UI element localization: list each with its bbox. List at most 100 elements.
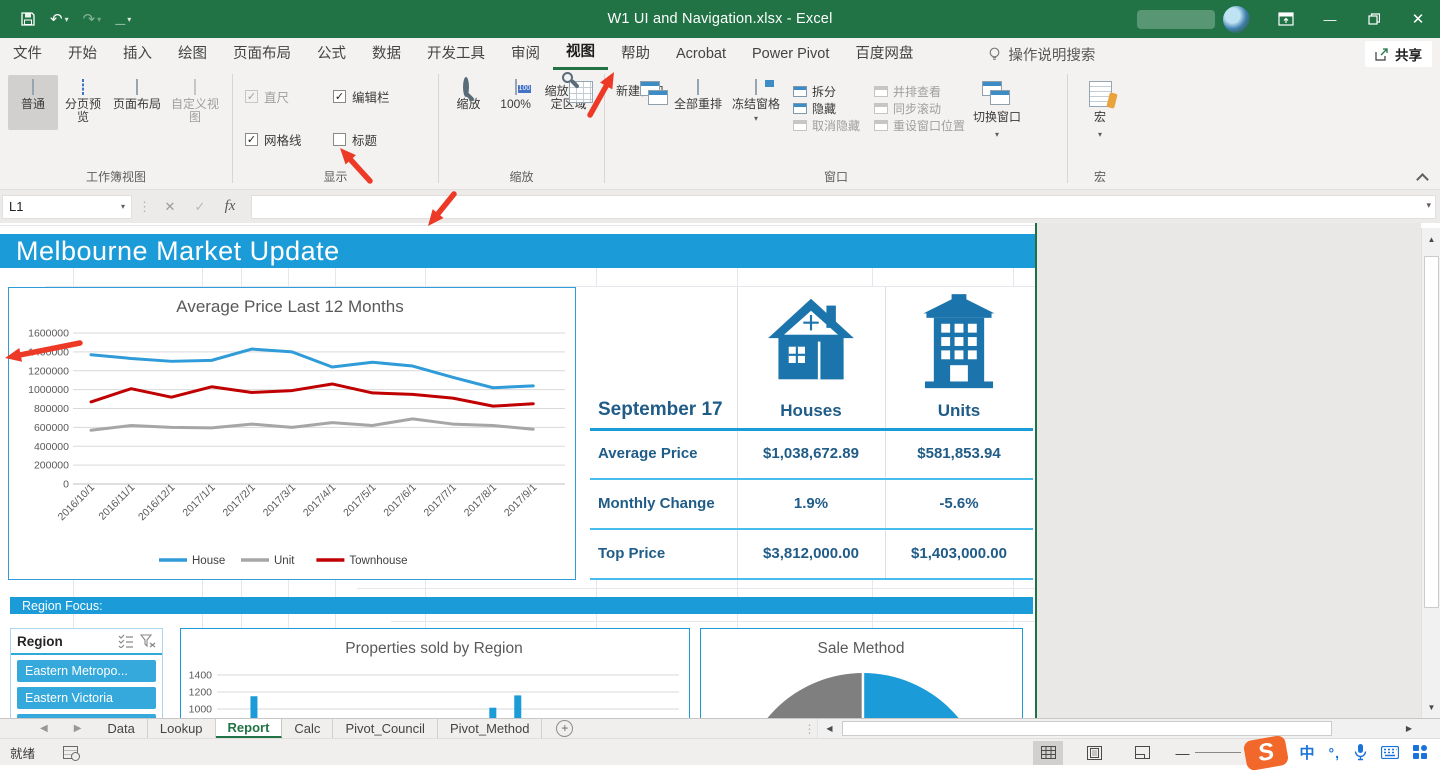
ime-menu-grid-icon[interactable] [1413, 745, 1428, 760]
sogou-ime-logo[interactable]: S [1243, 734, 1290, 771]
formula-input[interactable]: ▾ [251, 194, 1436, 219]
normal-view-button[interactable] [1033, 740, 1064, 765]
checkbox-标题[interactable]: 标题 [333, 130, 429, 149]
sheet-tab-Lookup[interactable]: Lookup [148, 719, 216, 738]
zoom-slider[interactable] [1195, 751, 1242, 754]
window-button-新建窗口[interactable]: 新建窗口 [611, 75, 669, 148]
page-layout-view-button[interactable] [1079, 741, 1109, 765]
sheet-tab-Calc[interactable]: Calc [282, 719, 334, 738]
vertical-scrollbar[interactable]: ▲ ▼ [1421, 228, 1440, 718]
microphone-icon[interactable] [1354, 744, 1367, 761]
houses-value[interactable]: $1,038,672.89 [737, 445, 885, 462]
expand-formula-bar-icon[interactable]: ▾ [1426, 200, 1431, 211]
ribbon-tab-插入[interactable]: 插入 [110, 38, 165, 70]
checkbox-icon[interactable]: ✓ [245, 90, 258, 103]
view-button-页面布局[interactable]: 页面布局 [108, 75, 166, 130]
name-box[interactable]: L1 ▾ [2, 194, 132, 219]
units-value[interactable]: $581,853.94 [885, 445, 1033, 462]
ribbon-tab-页面布局[interactable]: 页面布局 [220, 38, 304, 70]
clear-filter-icon[interactable] [140, 634, 156, 648]
window-small-button-隐藏[interactable]: 隐藏 [793, 100, 860, 117]
slicer-item-2[interactable]: Eastern Victoria [17, 687, 156, 709]
formula-bar-resize-handle[interactable]: ⋮ [138, 199, 151, 215]
ime-language-toggle[interactable]: 中 [1299, 742, 1314, 763]
horizontal-scrollbar[interactable]: ◀ ▶ [817, 719, 1440, 738]
ribbon-tab-视图[interactable]: 视图 [553, 38, 608, 70]
slicer-item-1[interactable]: Eastern Metropo... [17, 660, 156, 682]
scroll-left-icon[interactable]: ◀ [820, 720, 838, 737]
sheet-tab-Pivot_Council[interactable]: Pivot_Council [333, 719, 438, 738]
sheet-tab-Data[interactable]: Data [95, 719, 148, 738]
macros-button[interactable]: 宏 ▾ [1075, 75, 1125, 147]
houses-header[interactable]: Houses [737, 401, 885, 421]
period-label[interactable]: September 17 [598, 399, 723, 421]
scroll-right-icon[interactable]: ▶ [1400, 720, 1418, 737]
view-button-普通[interactable]: 普通 [8, 75, 58, 130]
switch-windows-button[interactable]: 切换窗口 ▾ [969, 75, 1025, 148]
ribbon-tab-Acrobat[interactable]: Acrobat [663, 38, 739, 70]
keyboard-icon[interactable] [1381, 746, 1399, 759]
units-value[interactable]: -5.6% [885, 495, 1033, 512]
ribbon-display-options-icon[interactable] [1264, 0, 1308, 38]
restore-button[interactable] [1352, 0, 1396, 38]
average-price-chart[interactable]: Average Price Last 12 Months 0 200000 40000… [8, 287, 576, 580]
ribbon-tab-审阅[interactable]: 审阅 [498, 38, 553, 70]
row-label[interactable]: Monthly Change [598, 495, 733, 512]
new-sheet-button[interactable]: + [556, 720, 574, 737]
ribbon-tab-文件[interactable]: 文件 [0, 38, 55, 70]
tab-scroll-splitter[interactable]: ⋮ [803, 719, 815, 738]
avatar[interactable] [1223, 5, 1250, 33]
units-value[interactable]: $1,403,000.00 [885, 545, 1033, 562]
properties-sold-chart[interactable]: Properties sold by Region 1400 1200 1000 [180, 628, 690, 718]
region-slicer[interactable]: Region Eastern Metropo... Eastern Victori… [10, 628, 163, 718]
ribbon-tab-百度网盘[interactable]: 百度网盘 [842, 38, 926, 70]
sheet-tab-Report[interactable]: Report [215, 719, 283, 738]
window-small-button-拆分[interactable]: 拆分 [793, 83, 860, 100]
page-break-view-button[interactable] [1127, 741, 1157, 765]
view-button-分页预览[interactable]: 分页预览 [58, 75, 108, 130]
enter-entry-icon[interactable]: ✓ [185, 199, 215, 215]
zoom-out-icon[interactable]: — [1175, 745, 1189, 761]
checkbox-icon[interactable]: ✓ [245, 133, 258, 146]
tell-me-search[interactable]: 操作说明搜索 [988, 44, 1095, 65]
worksheet-area[interactable]: Melbourne Market Update Average Price La… [0, 223, 1440, 718]
ribbon-tab-Power Pivot[interactable]: Power Pivot [739, 38, 842, 70]
zoom-button-缩放[interactable]: 缩放 [445, 75, 492, 117]
ime-punctuation-toggle[interactable]: °, [1329, 745, 1341, 761]
multi-select-icon[interactable] [118, 634, 134, 648]
insert-function-icon[interactable]: fx [215, 198, 245, 215]
minimize-button[interactable]: — [1308, 0, 1352, 38]
row-label[interactable]: Average Price [598, 445, 733, 462]
row-label[interactable]: Top Price [598, 545, 733, 562]
houses-value[interactable]: 1.9% [737, 495, 885, 512]
checkbox-网格线[interactable]: ✓ 网格线 [245, 130, 333, 149]
ribbon-tab-数据[interactable]: 数据 [359, 38, 414, 70]
scroll-down-icon[interactable]: ▼ [1423, 696, 1440, 718]
ribbon-tab-开发工具[interactable]: 开发工具 [414, 38, 498, 70]
close-button[interactable]: ✕ [1396, 0, 1440, 38]
checkbox-编辑栏[interactable]: ✓ 编辑栏 [333, 87, 429, 106]
sheet-tab-Pivot_Method[interactable]: Pivot_Method [438, 719, 543, 738]
name-box-dropdown-icon[interactable]: ▾ [121, 202, 125, 211]
zoom-button-100%[interactable]: 100% [492, 75, 539, 117]
horizontal-scroll-thumb[interactable] [842, 721, 1333, 736]
collapse-ribbon-button[interactable] [1416, 171, 1428, 183]
ribbon-tab-帮助[interactable]: 帮助 [608, 38, 663, 70]
ribbon-tab-开始[interactable]: 开始 [55, 38, 110, 70]
sale-method-chart[interactable]: Sale Method [700, 628, 1023, 718]
checkbox-icon[interactable] [333, 133, 346, 146]
units-header[interactable]: Units [885, 401, 1033, 421]
prev-sheet-icon[interactable]: ◀ [40, 723, 48, 734]
window-button-全部重排[interactable]: 全部重排 [669, 75, 727, 148]
scroll-up-icon[interactable]: ▲ [1423, 228, 1440, 250]
macro-record-icon[interactable] [63, 745, 81, 761]
zoom-button-缩放到选定区域[interactable]: 缩放到选定区域 [539, 72, 598, 117]
ribbon-tab-公式[interactable]: 公式 [304, 38, 359, 70]
next-sheet-icon[interactable]: ▶ [74, 723, 82, 734]
vertical-scroll-thumb[interactable] [1424, 256, 1439, 608]
ribbon-tab-绘图[interactable]: 绘图 [165, 38, 220, 70]
cancel-entry-icon[interactable]: ✕ [155, 199, 185, 215]
houses-value[interactable]: $3,812,000.00 [737, 545, 885, 562]
window-button-冻结窗格[interactable]: 冻结窗格 ▾ [727, 75, 785, 148]
share-button[interactable]: 共享 [1365, 41, 1432, 67]
